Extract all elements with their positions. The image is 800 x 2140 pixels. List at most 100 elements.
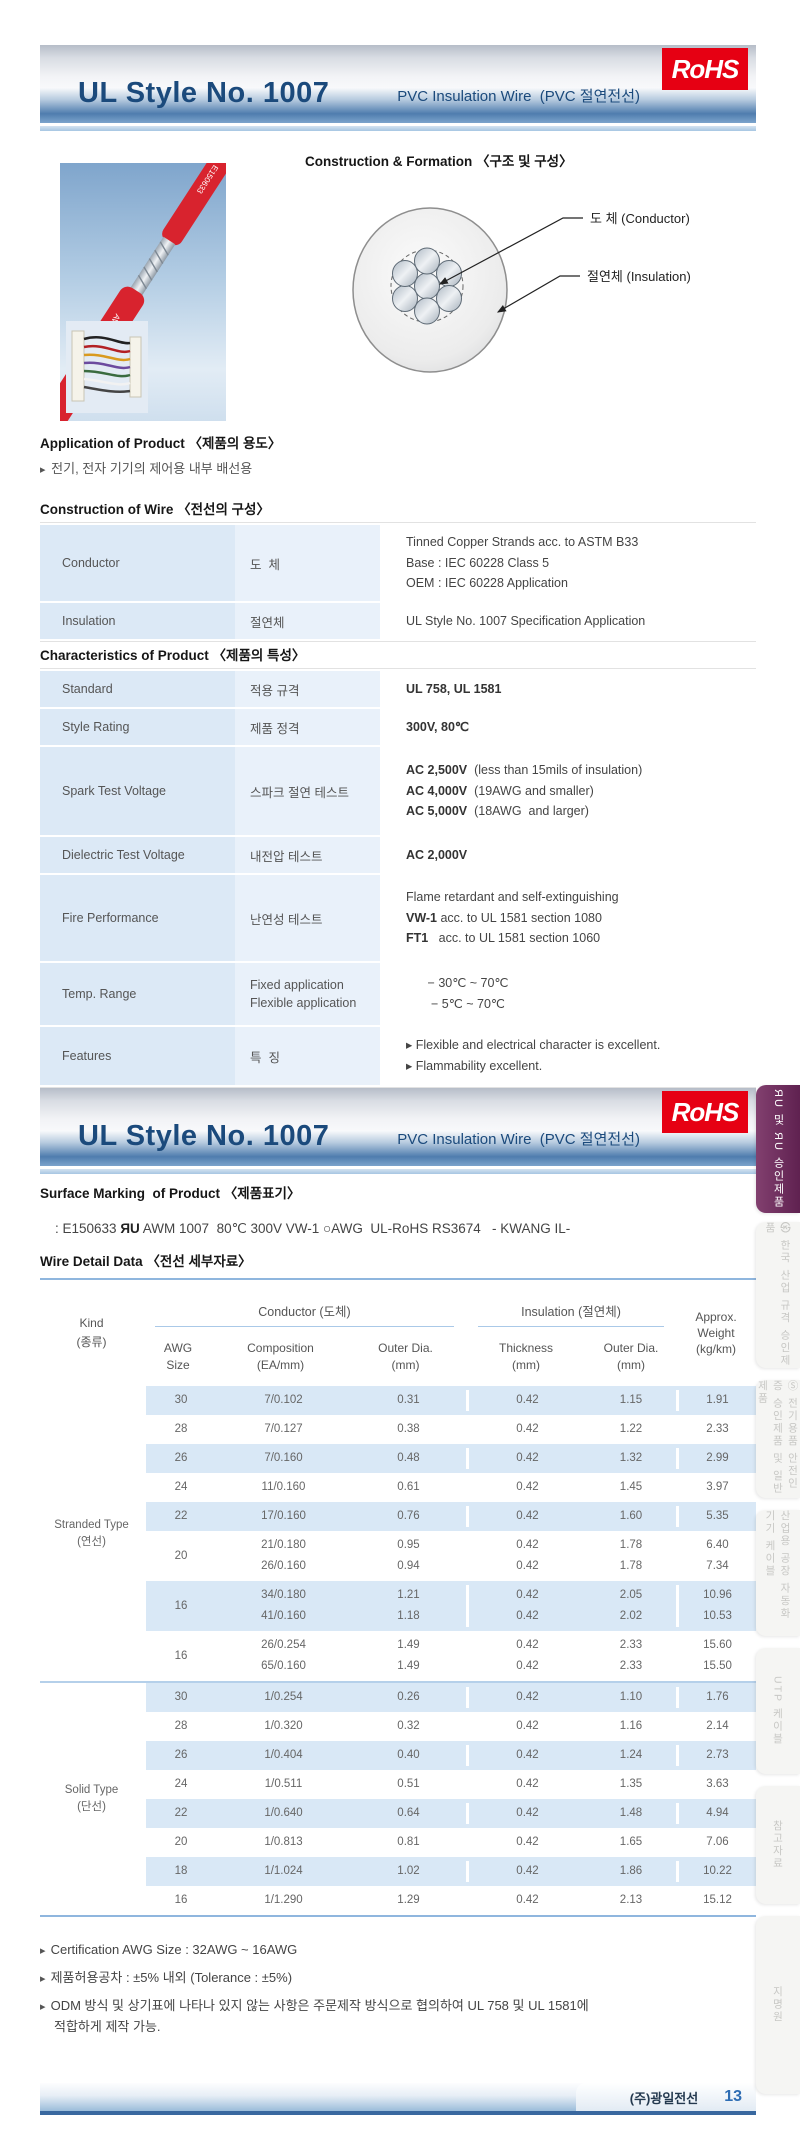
side-tab: ㉿ 한국 산업 규격 승인제품: [756, 1222, 800, 1368]
table-row: Dielectric Test Voltage내전압 테스트AC 2,000V: [40, 837, 756, 873]
wire-photo-illustration: E150633 AWM 1007: [60, 163, 226, 421]
wire-table-row: 201/0.8130.810.421.657.06: [143, 1828, 756, 1857]
row-value: UL Style No. 1007 Specification Applicat…: [380, 603, 756, 639]
row-label-en: Conductor: [40, 525, 235, 601]
wire-table-row: 287/0.1270.380.421.222.33: [143, 1415, 756, 1444]
col-conductor-outer-dia: Outer Dia.(mm): [348, 1327, 463, 1386]
row-label-ko: Fixed applicationFlexible application: [235, 963, 380, 1025]
application-text: 전기, 전자 기기의 제어용 내부 배선용: [51, 461, 252, 476]
wire-table-row: 281/0.3200.320.421.162.14: [143, 1712, 756, 1741]
footer-bar: (주)광일전선 13: [40, 2083, 756, 2115]
side-tab: 지명원: [756, 1916, 800, 2094]
application-item: ▸ 전기, 전자 기기의 제어용 내부 배선용: [40, 458, 252, 477]
surface-marking-heading: Surface Marking of Product 〈제품표기〉: [40, 1182, 300, 1202]
row-value: Tinned Copper Strands acc. to ASTM B33Ba…: [380, 525, 756, 601]
row-label-en: Temp. Range: [40, 963, 235, 1025]
wire-table-header: Kind(종류) Conductor (도체) AWGSize Composit…: [40, 1280, 756, 1386]
kind-label: Solid Type(단선): [40, 1683, 143, 1915]
row-label-en: Features: [40, 1027, 235, 1085]
wire-table-section: Stranded Type(연선)307/0.1020.310.421.151.…: [40, 1386, 756, 1681]
wire-table-row: 2217/0.1600.760.421.605.35: [143, 1502, 756, 1531]
characteristics-heading: Characteristics of Product 〈제품의 특성〉: [40, 644, 305, 664]
surface-marking-line: : E150633 ЯU AWM 1007 80℃ 300V VW-1 ○AWG…: [40, 1206, 570, 1252]
rohs-badge: RoHS: [662, 48, 748, 90]
wire-table-row: 161/1.2901.290.422.1315.12: [143, 1886, 756, 1915]
wire-table-row: 1626/0.25465/0.1601.491.490.420.422.332.…: [143, 1631, 756, 1681]
col-thickness: Thickness(mm): [466, 1327, 586, 1386]
wire-table-row: 181/1.0241.020.421.8610.22: [143, 1857, 756, 1886]
cross-section-diagram: 도 체 (Conductor) 절연체 (Insulation): [300, 172, 770, 422]
row-value: Flame retardant and self-extinguishingVW…: [380, 875, 756, 961]
ul-recognized-mark-icon: ЯU: [120, 1221, 139, 1236]
table-row: Temp. RangeFixed applicationFlexible app…: [40, 963, 756, 1025]
row-label-ko: 제품 정격: [235, 709, 380, 745]
row-label-en: Style Rating: [40, 709, 235, 745]
side-tab-active: ЯU 및 ЯU 승인제품: [756, 1085, 800, 1213]
wire-table-body: Stranded Type(연선)307/0.1020.310.421.151.…: [40, 1386, 756, 1915]
row-label-ko: 절연체: [235, 603, 380, 639]
table-row: Insulation절연체UL Style No. 1007 Specifica…: [40, 603, 756, 639]
row-label-ko: 도 체: [235, 525, 380, 601]
col-approx-weight: Approx.Weight(kg/km): [676, 1280, 756, 1386]
row-label-en: Fire Performance: [40, 875, 235, 961]
product-photo: E150633 AWM 1007: [60, 163, 226, 421]
row-value: UL 758, UL 1581: [380, 671, 756, 707]
footnotes: ▸ Certification AWG Size : 32AWG ~ 16AWG…: [40, 1940, 756, 2044]
note-item: ▸ 제품허용공차 : ±5% 내외 (Tolerance : ±5%): [40, 1968, 756, 1989]
row-label-ko: 난연성 테스트: [235, 875, 380, 961]
table-row: Spark Test Voltage스파크 절연 테스트AC 2,500V (l…: [40, 747, 756, 835]
row-value: AC 2,500V (less than 15mils of insulatio…: [380, 747, 756, 835]
row-label-en: Dielectric Test Voltage: [40, 837, 235, 873]
wire-table-row: 261/0.4040.400.421.242.73: [143, 1741, 756, 1770]
table-row: Standard적용 규격UL 758, UL 1581: [40, 671, 756, 707]
rohs-badge-2: RoHS: [662, 1091, 748, 1133]
wire-detail-table: Kind(종류) Conductor (도체) AWGSize Composit…: [40, 1278, 756, 1917]
kind-label: Stranded Type(연선): [40, 1386, 143, 1681]
wire-table-row: 267/0.1600.480.421.322.99: [143, 1444, 756, 1473]
col-group-conductor: Conductor (도체): [155, 1280, 454, 1327]
page-title: UL Style No. 1007: [78, 77, 329, 110]
side-tab: 참고자료: [756, 1786, 800, 1904]
col-insulation-outer-dia: Outer Dia.(mm): [586, 1327, 676, 1386]
row-label-ko: 스파크 절연 테스트: [235, 747, 380, 835]
page-subtitle: PVC Insulation Wire (PVC 절연전선): [397, 85, 640, 106]
wire-table-row: 241/0.5110.510.421.353.63: [143, 1770, 756, 1799]
page-title-2: UL Style No. 1007: [78, 1120, 329, 1153]
col-composition: Composition(EA/mm): [213, 1327, 348, 1386]
wire-table-section: Solid Type(단선)301/0.2540.260.421.101.762…: [40, 1681, 756, 1915]
bullet-icon: ▸: [40, 464, 46, 476]
wire-table-row: 221/0.6400.640.421.484.94: [143, 1799, 756, 1828]
construction-formation-heading: Construction & Formation 〈구조 및 구성〉: [305, 150, 573, 170]
wire-table-row: 307/0.1020.310.421.151.91: [143, 1386, 756, 1415]
construction-of-wire-heading: Construction of Wire 〈전선의 구성〉: [40, 498, 270, 518]
row-label-ko: 내전압 테스트: [235, 837, 380, 873]
side-tab: 산업용 공장 자동화 기기 케이블: [756, 1510, 800, 1636]
row-value: − 30℃ ~ 70℃− 5℃ ~ 70℃: [380, 963, 756, 1025]
wire-detail-heading: Wire Detail Data 〈전선 세부자료〉: [40, 1250, 252, 1270]
conductor-label: 도 체 (Conductor): [590, 211, 690, 226]
col-kind: Kind(종류): [40, 1280, 143, 1386]
row-label-en: Insulation: [40, 603, 235, 639]
row-value: ▸ Flexible and electrical character is e…: [380, 1027, 756, 1085]
note-item: ▸ Certification AWG Size : 32AWG ~ 16AWG: [40, 1940, 756, 1961]
page-header-2: UL Style No. 1007 PVC Insulation Wire (P…: [40, 1088, 756, 1166]
datasheet-page: UL Style No. 1007 PVC Insulation Wire (P…: [0, 0, 800, 2140]
wire-table-row: 301/0.2540.260.421.101.76: [143, 1683, 756, 1712]
table-row: Style Rating제품 정격300V, 80℃: [40, 709, 756, 745]
table-row: Features특 징▸ Flexible and electrical cha…: [40, 1027, 756, 1085]
wire-table-row: 2021/0.18026/0.1600.950.940.420.421.781.…: [143, 1531, 756, 1581]
side-tab: Ⓢ 전기용품 안전인증 승인제품 및 일반제품: [756, 1380, 800, 1498]
page-header: UL Style No. 1007 PVC Insulation Wire (P…: [40, 45, 756, 123]
table-row: Conductor도 체Tinned Copper Strands acc. t…: [40, 525, 756, 601]
table-row: Fire Performance난연성 테스트Flame retardant a…: [40, 875, 756, 961]
wire-table-row: 1634/0.18041/0.1601.211.180.420.422.052.…: [143, 1581, 756, 1631]
marking-prefix: : E150633: [55, 1221, 120, 1236]
row-label-en: Spark Test Voltage: [40, 747, 235, 835]
construction-of-wire-table: Conductor도 체Tinned Copper Strands acc. t…: [40, 522, 756, 642]
characteristics-table: Standard적용 규격UL 758, UL 1581Style Rating…: [40, 668, 756, 1088]
company-name: (주)광일전선: [630, 2088, 698, 2107]
application-heading: Application of Product 〈제품의 용도〉: [40, 432, 281, 452]
row-label-ko: 특 징: [235, 1027, 380, 1085]
col-group-insulation: Insulation (절연체): [478, 1280, 664, 1327]
page-subtitle-2: PVC Insulation Wire (PVC 절연전선): [397, 1128, 640, 1149]
